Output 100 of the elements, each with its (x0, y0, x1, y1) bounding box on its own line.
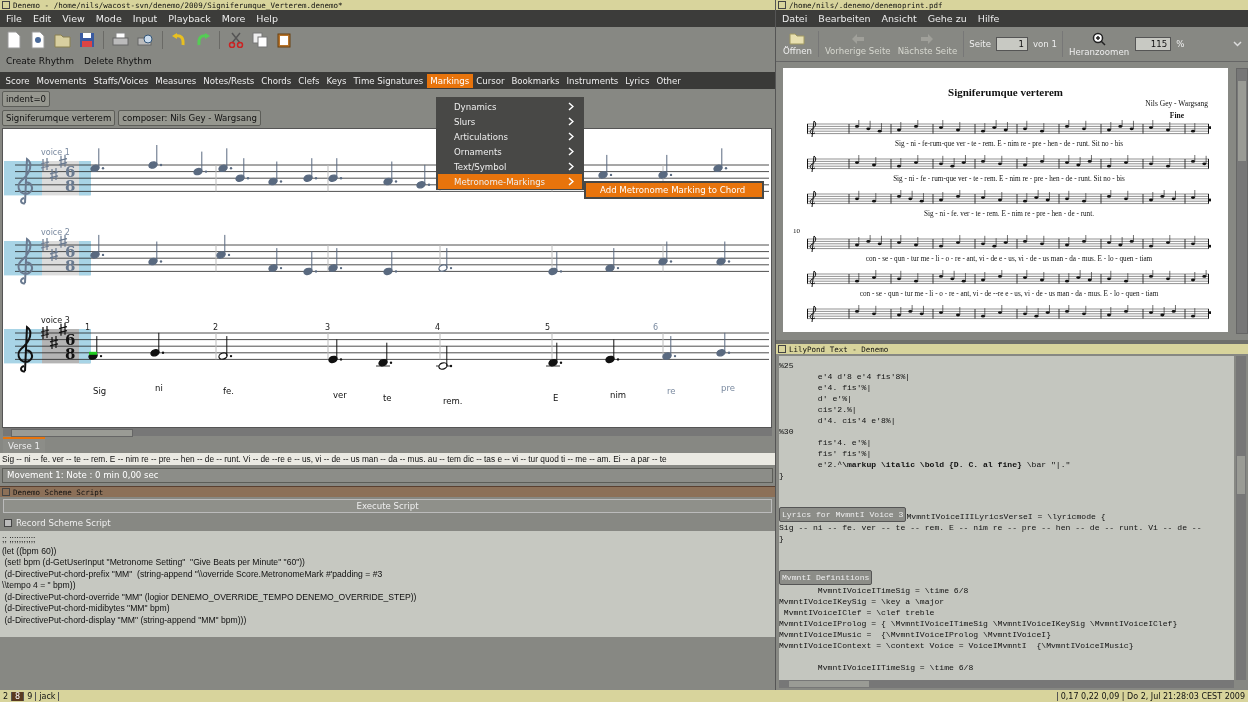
menu-item[interactable]: View (62, 13, 85, 24)
menu-item[interactable]: Ansicht (881, 13, 917, 24)
menu-item[interactable]: Score (2, 73, 34, 88)
measure-number: 5 (545, 323, 551, 332)
menu-item[interactable]: Mode (95, 13, 122, 24)
menu-item[interactable]: More (221, 13, 246, 24)
menu-item[interactable]: Staffs/Voices (90, 73, 152, 88)
menu-item[interactable]: Clefs (294, 73, 323, 88)
menu-item[interactable]: Hilfe (977, 13, 1000, 24)
code-line: MvmntIVoiceIMusic = {\MvmntIVoiceIProlog \MvmntIVoiceI} (779, 629, 1052, 640)
clipboard-icon[interactable] (276, 31, 292, 48)
code-line: Sig -- ni -- fe. ver -- te -- rem. E -- nim re -- pre -- hen -- de -- runt. Vi -- de -- (779, 522, 1203, 533)
page-number-field[interactable]: 1 (996, 37, 1028, 51)
toolbar-button[interactable]: Create Rhythm (2, 55, 79, 67)
lyric-syllable: pre (721, 383, 735, 393)
menu-item[interactable]: Time Signatures (350, 73, 427, 88)
menu-item[interactable]: Ornaments (438, 144, 582, 159)
zoom-field[interactable]: 115 (1135, 37, 1172, 51)
toolbar-button[interactable]: Delete Rhythm (80, 55, 156, 67)
time-signature-denominator: 8 (65, 345, 76, 363)
code-line: (d-DirectivePut-chord-override "MM" (logior DENEMO_OVERRIDE_TEMPO DENEMO_OVERRIDE_STEP)) (3, 591, 418, 603)
lyrics-text-field[interactable]: Sig -- ni -- fe. ver -- te -- rem. E -- nim re -- pre -- hen -- de -- runt. Vi -- de --re e -- us, vi -- de -- us man -- da -- mus. au -- tem dic -- tas e -- vi -- tur quod ti -- me -- am. Ei -- a par -- te (0, 453, 775, 465)
script-editor[interactable] (0, 531, 775, 637)
menu-item[interactable]: Other (652, 73, 685, 88)
vertical-scrollbar[interactable] (1236, 68, 1248, 334)
code-line: %25 (779, 360, 795, 371)
checkbox-label: Record Scheme Script (16, 518, 111, 528)
workspace-button[interactable]: jack (36, 691, 60, 701)
header-button[interactable]: Signiferumque verterem (2, 110, 116, 126)
lyric-syllable: re (667, 386, 676, 396)
menu-item[interactable]: Cursor (472, 73, 508, 88)
indent-button[interactable]: indent=0 (2, 91, 51, 107)
code-line: fis' fis'%| (816, 448, 873, 459)
voice-label: voice 2 (41, 228, 70, 237)
menu-item[interactable]: File (6, 13, 22, 24)
lyric-syllable: Sig (93, 386, 107, 396)
code-line: MvmntIVoiceIKeySig = \key a \major (779, 596, 946, 607)
menu-item[interactable]: Notes/Rests (199, 73, 258, 88)
lyric-syllable: fe. (223, 386, 234, 396)
right-arrow-icon (920, 32, 935, 45)
code-line: fis'4. e'%| (816, 437, 873, 448)
menu-item[interactable]: Instruments (562, 73, 622, 88)
menu-item[interactable]: Playback (168, 13, 211, 24)
score-title: Signiferumque verterem (947, 86, 1064, 98)
workspace-button[interactable]: 8 (12, 691, 25, 701)
code-line: (d-DirectivePut-chord-midibytes "MM" bpm) (3, 603, 171, 615)
menu-item[interactable]: Input (132, 13, 158, 24)
code-line: MvmntIVoiceIIILyricsVerseI = \lyricmode { (906, 511, 1106, 522)
print-preview-icon[interactable] (137, 31, 154, 48)
chevron-down-icon[interactable] (1233, 41, 1242, 47)
measure-number: 4 (435, 323, 441, 332)
code-line: e'2.^\markup \italic \bold {D. C. al fine} \bar "|." (816, 459, 1072, 470)
menu-item[interactable]: Bearbeiten (818, 13, 871, 24)
folder-icon (789, 32, 806, 45)
horizontal-scrollbar[interactable] (779, 680, 1234, 688)
menu-item[interactable]: Datei (782, 13, 808, 24)
code-line: e'4. fis'%| (816, 382, 873, 393)
code-line: MvmntIVoiceIContext = \context Voice = VoiceIMvmntI {\MvmntIVoiceIMusic} (779, 640, 1135, 651)
menu-item[interactable]: Keys (322, 73, 351, 88)
lyric-syllable: nim (610, 390, 627, 400)
code-line: MvmntIVoiceIITimeSig = \time 6/8 (816, 662, 975, 673)
left-arrow-icon (850, 32, 865, 45)
menu-item[interactable]: Bookmarks (507, 73, 563, 88)
code-line: cis'2.%| (816, 404, 858, 415)
menu-item[interactable]: Slurs (438, 114, 582, 129)
menu-item[interactable]: Measures (151, 73, 200, 88)
voice-label: voice 1 (41, 148, 70, 157)
document-template-icon[interactable] (30, 30, 46, 49)
copy-icon[interactable] (252, 31, 268, 48)
folder-icon[interactable] (54, 31, 71, 48)
measure-number: 3 (325, 323, 331, 332)
workspace-button[interactable]: 9 (24, 691, 37, 701)
menu-item[interactable]: Chords (257, 73, 295, 88)
menu-item[interactable]: Movements (33, 73, 91, 88)
lyric-syllable: te (383, 393, 392, 403)
code-line: MvmntIVoiceITimeSig = \time 6/8 (816, 585, 970, 596)
code-line: d' e'%| (816, 393, 853, 404)
status-field: Movement 1: Note : 0 min 0,00 sec (2, 468, 773, 483)
code-line: (set! bpm (d-GetUserInput "Metronome Setting" "Give Beats per Minute" "60")) (3, 557, 306, 569)
zoom-unit-label: % (1176, 39, 1185, 49)
menu-item[interactable]: Help (256, 13, 278, 24)
menu-item[interactable]: Edit (32, 13, 52, 24)
code-line: d'4. cis'4 e'8%| (816, 415, 897, 426)
menu-item[interactable]: Articulations (438, 129, 582, 144)
undo-icon[interactable] (171, 31, 187, 48)
measure-number: 1 (85, 323, 91, 332)
header-button[interactable]: composer: Nils Gey - Wargsang (118, 110, 261, 126)
checkbox[interactable] (4, 519, 12, 527)
menu-item[interactable]: Dynamics (438, 99, 582, 114)
menu-item[interactable]: Text/Symbol (438, 159, 582, 174)
horizontal-scrollbar[interactable] (3, 428, 772, 436)
scissors-icon[interactable] (228, 31, 244, 48)
new-document-icon[interactable] (6, 30, 22, 49)
vertical-scrollbar[interactable] (1236, 356, 1246, 680)
code-line: } (779, 533, 785, 544)
code-line: (let ((bpm 60)) (2, 545, 58, 557)
menu-item[interactable]: Lyrics (621, 73, 653, 88)
lyric-syllable: rem. (443, 396, 463, 406)
menu-item[interactable]: Gehe zu (927, 13, 967, 24)
printer-icon[interactable] (112, 31, 129, 48)
